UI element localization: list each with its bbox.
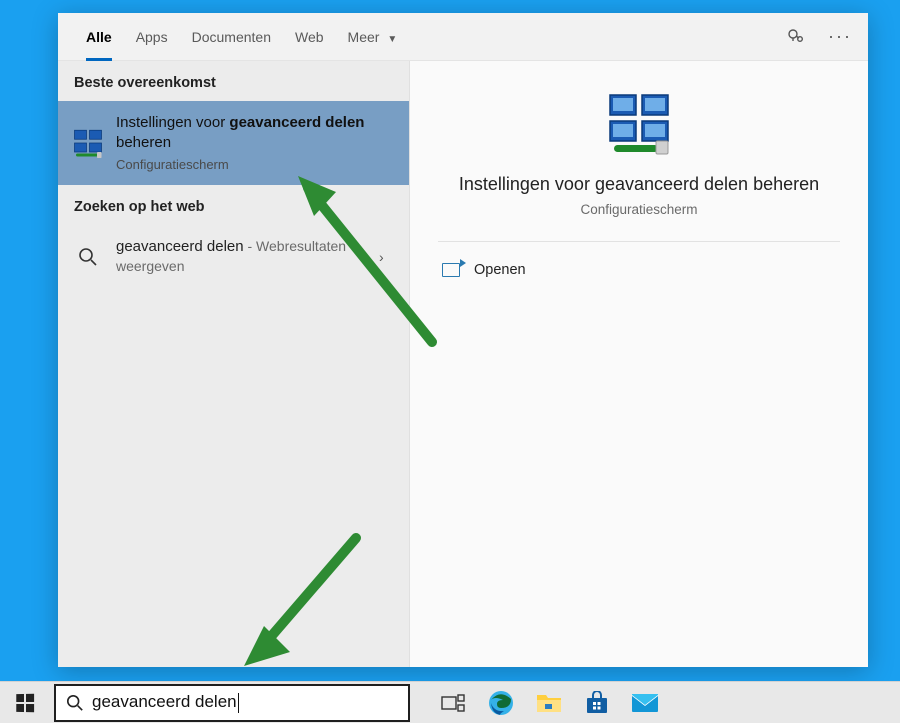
- result-title: Instellingen voor geavanceerd delen behe…: [116, 113, 395, 173]
- detail-subtitle: Configuratiescherm: [438, 202, 840, 217]
- feedback-icon[interactable]: [778, 19, 814, 55]
- chevron-right-icon[interactable]: ›: [379, 249, 395, 265]
- tab-meer[interactable]: Meer ▼: [336, 13, 410, 61]
- tab-alle[interactable]: Alle: [74, 13, 124, 61]
- file-explorer-icon[interactable]: [534, 688, 564, 718]
- open-icon: [442, 263, 460, 277]
- task-view-icon[interactable]: [438, 688, 468, 718]
- open-action[interactable]: Openen: [438, 252, 840, 288]
- advanced-sharing-icon: [72, 127, 104, 159]
- web-result-title: geavanceerd delen - Webresultaten weerge…: [116, 237, 367, 278]
- result-subtitle: Configuratiescherm: [116, 156, 395, 174]
- result-web-search[interactable]: geavanceerd delen - Webresultaten weerge…: [58, 225, 409, 290]
- start-button[interactable]: [0, 682, 50, 723]
- best-match-header: Beste overeenkomst: [58, 61, 409, 101]
- detail-pane: Instellingen voor geavanceerd delen behe…: [410, 61, 868, 667]
- taskbar: geavanceerd delen: [0, 681, 900, 723]
- detail-icon: [604, 91, 674, 155]
- tab-documenten[interactable]: Documenten: [180, 13, 283, 61]
- text-caret: [238, 693, 239, 713]
- windows-logo-icon: [16, 693, 34, 711]
- web-search-header: Zoeken op het web: [58, 185, 409, 225]
- results-pane: Beste overeenkomst Instellingen voor gea…: [58, 61, 410, 667]
- taskbar-pinned-apps: [438, 688, 660, 718]
- search-icon: [66, 694, 84, 712]
- open-label: Openen: [474, 262, 526, 278]
- tab-meer-label: Meer: [348, 29, 380, 45]
- mail-icon[interactable]: [630, 688, 660, 718]
- detail-title: Instellingen voor geavanceerd delen behe…: [438, 173, 840, 196]
- search-icon: [72, 241, 104, 273]
- edge-icon[interactable]: [486, 688, 516, 718]
- divider: [438, 241, 840, 242]
- result-advanced-sharing-settings[interactable]: Instellingen voor geavanceerd delen behe…: [58, 101, 409, 185]
- store-icon[interactable]: [582, 688, 612, 718]
- options-icon[interactable]: ···: [822, 19, 858, 55]
- search-query-text: geavanceerd delen: [92, 692, 239, 713]
- tab-apps[interactable]: Apps: [124, 13, 180, 61]
- chevron-down-icon: ▼: [387, 34, 397, 45]
- windows-search-panel: Alle Apps Documenten Web Meer ▼ ··· Best: [58, 13, 868, 667]
- search-tabs: Alle Apps Documenten Web Meer ▼ ···: [58, 13, 868, 61]
- taskbar-search-box[interactable]: geavanceerd delen: [54, 684, 410, 722]
- tab-web[interactable]: Web: [283, 13, 336, 61]
